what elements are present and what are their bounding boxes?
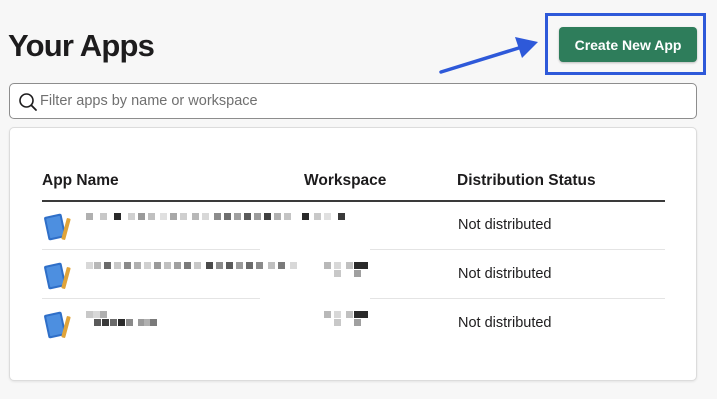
- apps-table-card: App Name Workspace Distribution Status N…: [9, 127, 697, 381]
- row-divider: [370, 298, 665, 299]
- column-header-app-name: App Name: [42, 172, 119, 189]
- row-divider: [42, 249, 260, 250]
- distribution-status: Not distributed: [458, 266, 552, 282]
- page-title: Your Apps: [8, 28, 155, 63]
- search-input[interactable]: [40, 84, 690, 118]
- create-new-app-button[interactable]: Create New App: [559, 27, 697, 62]
- row-divider: [370, 249, 665, 250]
- table-row[interactable]: Not distributed: [42, 300, 665, 348]
- notebook-icon: [44, 311, 71, 339]
- column-header-workspace: Workspace: [304, 172, 387, 189]
- distribution-status: Not distributed: [458, 315, 552, 331]
- table-row[interactable]: Not distributed: [42, 251, 665, 299]
- column-header-distribution-status: Distribution Status: [457, 172, 596, 189]
- row-divider: [42, 298, 260, 299]
- table-row[interactable]: Not distributed: [42, 202, 665, 250]
- notebook-icon: [44, 262, 71, 290]
- annotation-arrow-icon: [439, 37, 538, 74]
- search-field[interactable]: [9, 83, 697, 119]
- search-icon: [19, 93, 37, 111]
- notebook-icon: [44, 213, 71, 241]
- distribution-status: Not distributed: [458, 217, 552, 233]
